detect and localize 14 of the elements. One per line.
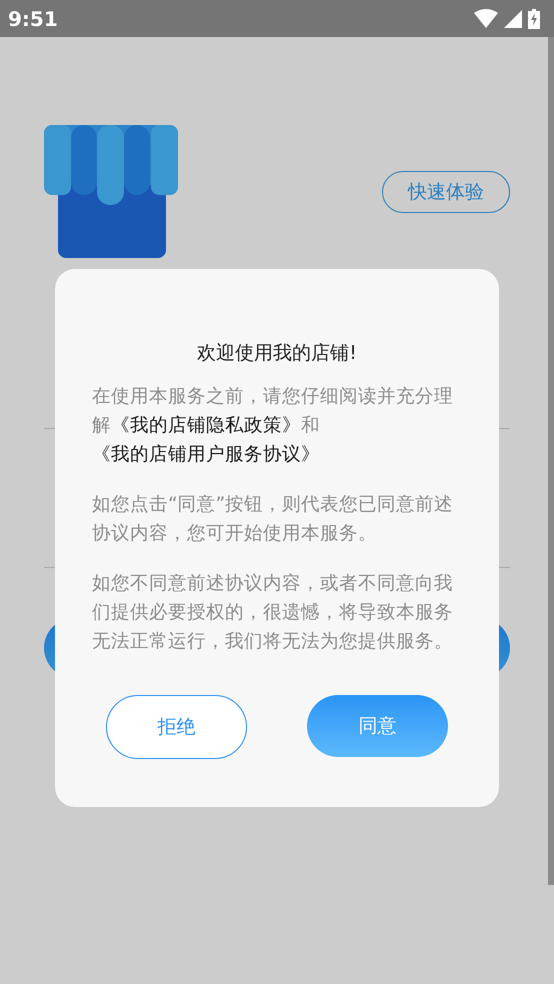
agreement-link[interactable]: 《我的店铺用户服务协议》 [92,444,320,464]
notice-paragraph: 如您不同意前述协议内容，或者不同意向我们提供必要授权的，很遗憾，将导致本服务无法正常运行，我们将无法为您提供服务。 [92,572,454,654]
signal-icon [504,10,522,28]
store-logo-icon [44,125,178,258]
status-time: 9:51 [8,6,58,32]
quick-try-button[interactable]: 快速体验 [382,171,510,213]
intro-paragraph: 在使用本服务之前，请您仔细阅读并充分理解《我的店铺隐私政策》和 《我的店铺用户服务协议》 [92,384,454,466]
wifi-icon [474,8,498,28]
agreement-link[interactable]: 《我的店铺隐私政策》 [111,414,301,436]
agree-button[interactable]: 同意 [307,695,448,757]
battery-charging-icon [528,8,540,28]
decline-button[interactable]: 拒绝 [106,695,247,759]
notice-paragraph: 如您点击“同意”按钮，则代表您已同意前述协议内容，您可开始使用本服务。 [92,492,454,546]
dialog-title: 欢迎使用我的店铺! [196,341,358,366]
